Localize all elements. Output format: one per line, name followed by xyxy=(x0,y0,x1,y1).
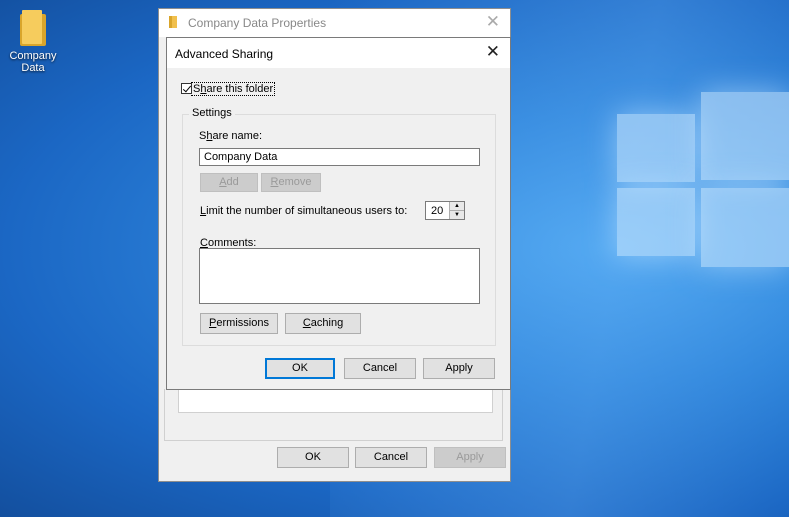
spin-up-icon[interactable]: ▲ xyxy=(450,202,464,211)
properties-apply-button[interactable]: Apply xyxy=(434,447,506,468)
add-button[interactable]: Add xyxy=(200,173,258,192)
settings-group: Settings Share name: Company Data Add Re… xyxy=(182,107,496,346)
share-name-label: Share name: xyxy=(199,130,262,142)
properties-tab-panel xyxy=(164,389,503,441)
folder-icon xyxy=(20,10,46,46)
properties-title: Company Data Properties xyxy=(188,16,327,30)
properties-cancel-button[interactable]: Cancel xyxy=(355,447,427,468)
folder-icon xyxy=(169,16,177,28)
advanced-sharing-dialog: Advanced Sharing ✕ Share this folder Set… xyxy=(166,37,511,390)
spin-arrows: ▲ ▼ xyxy=(449,202,464,219)
comments-textarea[interactable] xyxy=(199,248,480,304)
close-icon[interactable]: ✕ xyxy=(486,12,500,32)
spin-down-icon[interactable]: ▼ xyxy=(450,211,464,219)
remove-button[interactable]: Remove xyxy=(261,173,321,192)
windows-logo-wallpaper xyxy=(617,92,789,267)
share-checkbox-label: Share this folder xyxy=(190,82,276,96)
desktop-icon-company-data[interactable]: Company Data xyxy=(3,10,63,74)
share-name-input[interactable]: Company Data xyxy=(199,148,480,166)
apply-button[interactable]: Apply xyxy=(423,358,495,379)
advanced-sharing-title-bar: Advanced Sharing ✕ xyxy=(167,38,510,68)
properties-ok-button[interactable]: OK xyxy=(277,447,349,468)
share-this-folder-checkbox[interactable]: Share this folder xyxy=(181,82,276,96)
properties-title-bar: Company Data Properties ✕ xyxy=(159,9,510,37)
checkbox-checked-icon[interactable] xyxy=(181,83,192,94)
dialog-title: Advanced Sharing xyxy=(175,47,274,61)
close-icon[interactable]: ✕ xyxy=(486,42,500,62)
settings-group-label: Settings xyxy=(189,107,235,119)
permissions-button[interactable]: Permissions xyxy=(200,313,278,334)
limit-users-label: Limit the number of simultaneous users t… xyxy=(200,205,408,217)
cancel-button[interactable]: Cancel xyxy=(344,358,416,379)
user-limit-value[interactable]: 20 xyxy=(431,205,443,217)
user-limit-spinner[interactable]: 20 ▲ ▼ xyxy=(425,201,465,220)
ok-button[interactable]: OK xyxy=(265,358,335,379)
desktop-icon-label: Company Data xyxy=(9,50,57,74)
caching-button[interactable]: Caching xyxy=(285,313,361,334)
